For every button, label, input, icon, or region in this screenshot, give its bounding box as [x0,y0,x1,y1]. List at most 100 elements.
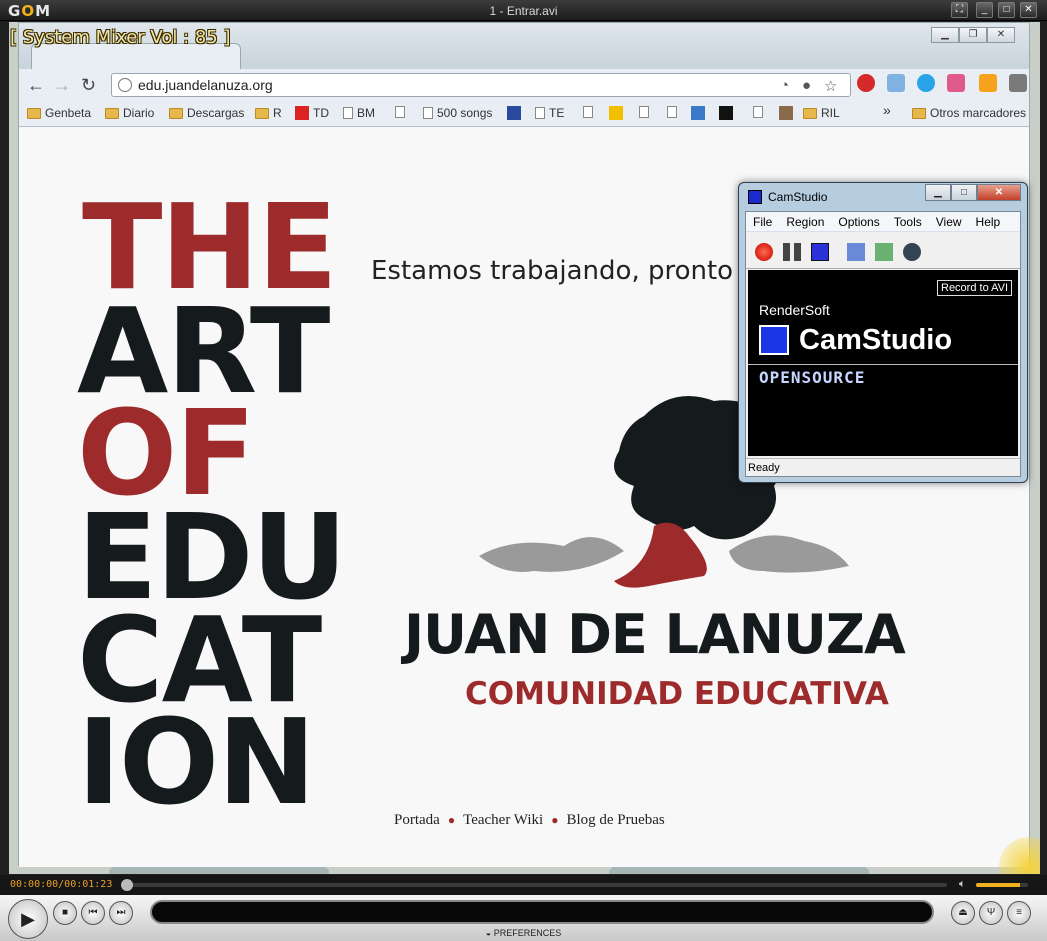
bookmark-item[interactable]: BM [343,106,375,120]
minimize-button[interactable]: _ [976,2,993,18]
red-chevron-icon [295,106,309,120]
volume-slider[interactable] [976,883,1028,887]
extension-skype-icon[interactable] [917,74,935,92]
bookmark-item[interactable] [779,106,793,120]
link-blog-de-pruebas[interactable]: Blog de Pruebas [566,812,664,829]
page-icon [753,106,763,118]
camstudio-logo-icon [759,325,789,355]
other-bookmarks-button[interactable]: Otros marcadores [912,106,1026,120]
eject-button[interactable]: ⏏ [951,901,975,925]
bookmark-item[interactable] [639,106,649,118]
bookmark-item[interactable] [691,106,705,120]
playlist-button[interactable]: ≡ [1007,901,1031,925]
camstudio-close-button[interactable]: ✕ [977,184,1021,201]
globe-icon [118,78,132,92]
bookmark-item[interactable]: RIL [803,106,840,120]
other-bookmarks-label: Otros marcadores [930,106,1027,120]
menu-tools[interactable]: Tools [887,212,929,231]
bookmark-item[interactable] [719,106,733,120]
mal-icon [507,106,521,120]
bookmark-item[interactable]: TD [295,106,329,120]
camstudio-app-icon [748,190,762,204]
menu-view[interactable]: View [929,212,969,231]
video-options-icon[interactable] [875,243,893,261]
record-to-avi-badge: Record to AVI [937,280,1013,296]
seek-bar[interactable] [121,879,947,891]
bookmark-item[interactable]: 500 songs [423,106,492,120]
menu-options[interactable]: Options [831,212,886,231]
reload-icon[interactable]: ↻ [81,75,96,96]
annotation-icon[interactable] [847,243,865,261]
menu-help[interactable]: Help [969,212,1008,231]
bookmark-item[interactable]: TE [535,106,564,120]
control-panel-button[interactable]: Ψ [979,901,1003,925]
extension-red-icon[interactable] [857,74,875,92]
camstudio-minimize-button[interactable]: ▁ [925,184,951,201]
bookmark-item[interactable] [753,106,763,118]
menu-file[interactable]: File [746,212,779,231]
tagline: Estamos trabajando, pronto l [371,256,749,286]
camstudio-menu-bar: File Region Options Tools View Help [746,212,1020,232]
bookmark-item[interactable]: Diario [105,106,154,120]
close-button[interactable]: ✕ [1020,2,1037,18]
back-arrow-icon[interactable]: ← [27,75,45,96]
wrench-icon[interactable] [1009,74,1027,92]
bookmark-item[interactable] [507,106,521,120]
bookmark-label: Diario [123,106,155,120]
page-icon [423,107,433,119]
stop-button[interactable]: ■ [53,901,77,925]
footer-links: Portada ● Teacher Wiki ● Blog de Pruebas [394,812,665,829]
bookmark-label: Descargas [187,106,245,120]
speaker-icon[interactable]: 🔈︎ [959,878,966,891]
bookmark-item[interactable] [667,106,677,118]
photo-icon [779,106,793,120]
folder-icon [27,107,41,119]
record-icon[interactable] [755,243,773,261]
file-title: 1 - Entrar.avi [489,4,558,18]
browser-restore-button[interactable]: ❐ [959,27,987,43]
info-bar[interactable] [150,900,934,924]
bookmark-item[interactable]: R [255,106,282,120]
url-input[interactable] [138,76,778,94]
camstudio-maximize-button[interactable]: □ [951,184,977,201]
bookmarks-bar: Genbeta Diario Descargas R TD BM 500 songs TE RI… [19,101,1029,127]
bookmark-item[interactable] [583,106,593,118]
next-button[interactable]: ⏭ [109,901,133,925]
logo-line-ion: ION [77,693,316,831]
menu-region[interactable]: Region [779,212,831,231]
previous-button[interactable]: ⏮ [81,901,105,925]
gom-title-bar[interactable]: GOM 1 - Entrar.avi ⛶ _ □ ✕ [0,0,1047,21]
separator-dot-icon: ● [447,813,456,827]
camstudio-title-bar[interactable]: CamStudio ▁ □ ✕ [739,183,1027,211]
bookmark-item[interactable]: Descargas [169,106,244,120]
stop-icon[interactable] [811,243,829,261]
browser-close-button[interactable]: ✕ [987,27,1015,43]
pause-icon[interactable] [783,243,801,261]
extension-pink-icon[interactable] [947,74,965,92]
compact-mode-icon[interactable]: ⛶ [951,2,968,18]
link-teacher-wiki[interactable]: Teacher Wiki [463,812,543,829]
omnibox[interactable]: ◔ ● ☆ [111,73,851,97]
bookmark-item[interactable] [395,106,405,118]
bookmark-overflow-icon[interactable]: » [883,102,891,118]
eye-icon[interactable]: ◔ [780,77,789,94]
browser-minimize-button[interactable]: ▁ [931,27,959,43]
bookmark-label: Genbeta [45,106,92,120]
link-portada[interactable]: Portada [394,812,440,829]
bookmark-item[interactable] [609,106,623,120]
swf-icon[interactable] [903,243,921,261]
bookmark-item[interactable]: Genbeta [27,106,91,120]
extension-ie-icon[interactable] [887,74,905,92]
seek-handle[interactable] [121,879,133,891]
bookmark-label: TE [549,106,565,120]
bookmark-star-icon[interactable]: ☆ [824,77,837,95]
school-subtitle: COMUNIDAD EDUCATIVA [465,676,889,712]
lightbulb-icon[interactable]: ● [802,77,811,94]
folder-icon [105,107,119,119]
page-icon [343,107,353,119]
maximize-button[interactable]: □ [998,2,1015,18]
preferences-button[interactable]: ◒ PREFERENCES [0,928,1047,938]
page-icon [667,106,677,118]
forward-arrow-icon[interactable]: → [53,75,71,96]
extension-v-icon[interactable] [979,74,997,92]
